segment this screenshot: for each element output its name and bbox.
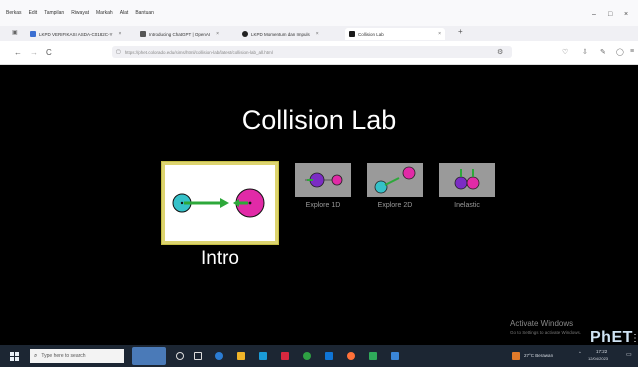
clock-date[interactable]: 12/04/2023: [588, 356, 608, 361]
task-view-icon[interactable]: [194, 352, 202, 360]
address-bar[interactable]: ▢ https://phet.colorado.edu/sims/html/co…: [112, 46, 512, 58]
weather-status[interactable]: 27°C Berawan: [524, 353, 553, 358]
screen-label-inelastic[interactable]: Inelastic: [427, 202, 507, 209]
tab-lkpd-momentum[interactable]: LKPD Momentum dan Impuls ×: [242, 28, 319, 40]
close-window-button[interactable]: ×: [624, 11, 628, 18]
forward-button[interactable]: →: [30, 48, 38, 57]
menu-berkas[interactable]: Berkas: [6, 10, 22, 16]
tab-bar: ▣ LKPD VERIFIKASI ASDA-C0182C-Y × Introd…: [0, 26, 638, 41]
tab-list-icon[interactable]: ▣: [12, 29, 18, 36]
whatsapp-icon[interactable]: [303, 352, 311, 360]
tray-chevron-icon[interactable]: ⌃: [578, 351, 582, 357]
search-icon: ⌕: [34, 352, 38, 359]
screen-intro-button[interactable]: [161, 161, 279, 245]
tab-collision-lab[interactable]: Collision Lab ×: [345, 28, 445, 40]
explore-2d-thumbnail: [374, 166, 416, 194]
tab-close-icon[interactable]: ×: [119, 31, 122, 37]
extensions-icon[interactable]: ⚙: [497, 48, 503, 56]
menu-alat[interactable]: Alat: [120, 10, 129, 16]
menu-edit[interactable]: Edit: [29, 10, 38, 16]
address-text: https://phet.colorado.edu/sims/html/coll…: [124, 49, 273, 55]
file-explorer-icon[interactable]: [237, 352, 245, 360]
excel-icon[interactable]: [369, 352, 377, 360]
lock-icon: ▢: [116, 49, 121, 55]
app-icon-red[interactable]: [281, 352, 289, 360]
page-icon: [242, 31, 248, 37]
activation-title: Activate Windows: [510, 319, 574, 328]
intro-thumbnail: [172, 188, 265, 218]
simulation-home-screen: Collision Lab Intro Explore 1D Explore 2…: [0, 65, 638, 346]
minimize-button[interactable]: –: [592, 11, 596, 18]
cortana-icon[interactable]: [176, 352, 184, 360]
menu-riwayat[interactable]: Riwayat: [71, 10, 89, 16]
taskbar-search-input[interactable]: ⌕ Type here to search: [30, 349, 124, 363]
inelastic-thumbnail: [454, 169, 480, 190]
download-icon[interactable]: ⇩: [582, 48, 588, 56]
menu-markah[interactable]: Markah: [96, 10, 113, 16]
tab-lkpd-verifikasi[interactable]: LKPD VERIFIKASI ASDA-C0182C-Y ×: [30, 28, 121, 40]
maximize-button[interactable]: □: [608, 11, 612, 18]
menu-icon[interactable]: ≡: [630, 48, 634, 55]
tab-close-icon[interactable]: ×: [316, 31, 319, 37]
app-icon-blue[interactable]: [391, 352, 399, 360]
word-icon[interactable]: [325, 352, 333, 360]
tab-title: LKPD VERIFIKASI ASDA-C0182C-Y: [39, 31, 113, 37]
screen-label-explore-1d[interactable]: Explore 1D: [283, 202, 363, 209]
new-tab-button[interactable]: +: [458, 27, 463, 36]
screen-explore-1d-button[interactable]: [295, 163, 351, 197]
menu-tampilan[interactable]: Tampilan: [44, 10, 64, 16]
taskbar: ⌕ Type here to search 27°C Berawan ⌃ 17:…: [0, 345, 638, 367]
tab-close-icon[interactable]: ×: [216, 31, 219, 37]
screen-label-explore-2d[interactable]: Explore 2D: [355, 202, 435, 209]
menu-bantuan[interactable]: Bantuan: [135, 10, 154, 16]
store-icon[interactable]: [259, 352, 267, 360]
weather-widget-icon[interactable]: [132, 347, 166, 365]
doc-icon: [30, 31, 36, 37]
screen-label-intro[interactable]: Intro: [162, 248, 278, 270]
pocket-icon[interactable]: ♡: [562, 48, 568, 56]
account-icon[interactable]: ◯: [616, 48, 624, 56]
phet-menu-icon[interactable]: ⋮: [630, 333, 638, 344]
clock-time[interactable]: 17:22: [596, 349, 607, 354]
explore-1d-thumbnail: [305, 172, 343, 188]
notification-icon[interactable]: ▭: [626, 351, 632, 358]
back-button[interactable]: ←: [14, 48, 22, 57]
search-placeholder: Type here to search: [41, 353, 86, 359]
reload-button[interactable]: C: [46, 48, 52, 57]
screen-inelastic-button[interactable]: [439, 163, 495, 197]
windows-start-icon[interactable]: [10, 352, 19, 361]
sim-title: Collision Lab: [241, 105, 397, 135]
tab-title: Collision Lab: [358, 31, 384, 37]
phet-icon: [349, 31, 355, 37]
edge-icon[interactable]: [215, 352, 223, 360]
navigation-bar: ← → C ▢ https://phet.colorado.edu/sims/h…: [0, 41, 638, 65]
openai-icon: [140, 31, 146, 37]
addon-icon[interactable]: ✎: [600, 48, 606, 56]
tab-title: Introducing ChatGPT | OpenAI: [149, 31, 211, 37]
screen-explore-2d-button[interactable]: [367, 163, 423, 197]
tab-close-icon[interactable]: ×: [438, 31, 441, 37]
menu-bar: Berkas Edit Tampilan Riwayat Markah Alat…: [0, 0, 638, 26]
firefox-icon[interactable]: [347, 352, 355, 360]
tab-title: LKPD Momentum dan Impuls: [251, 31, 310, 37]
tab-chatgpt[interactable]: Introducing ChatGPT | OpenAI ×: [140, 28, 219, 40]
activation-subtitle: Go to Settings to activate Windows.: [510, 330, 582, 335]
weather-tray-icon: [512, 352, 520, 360]
